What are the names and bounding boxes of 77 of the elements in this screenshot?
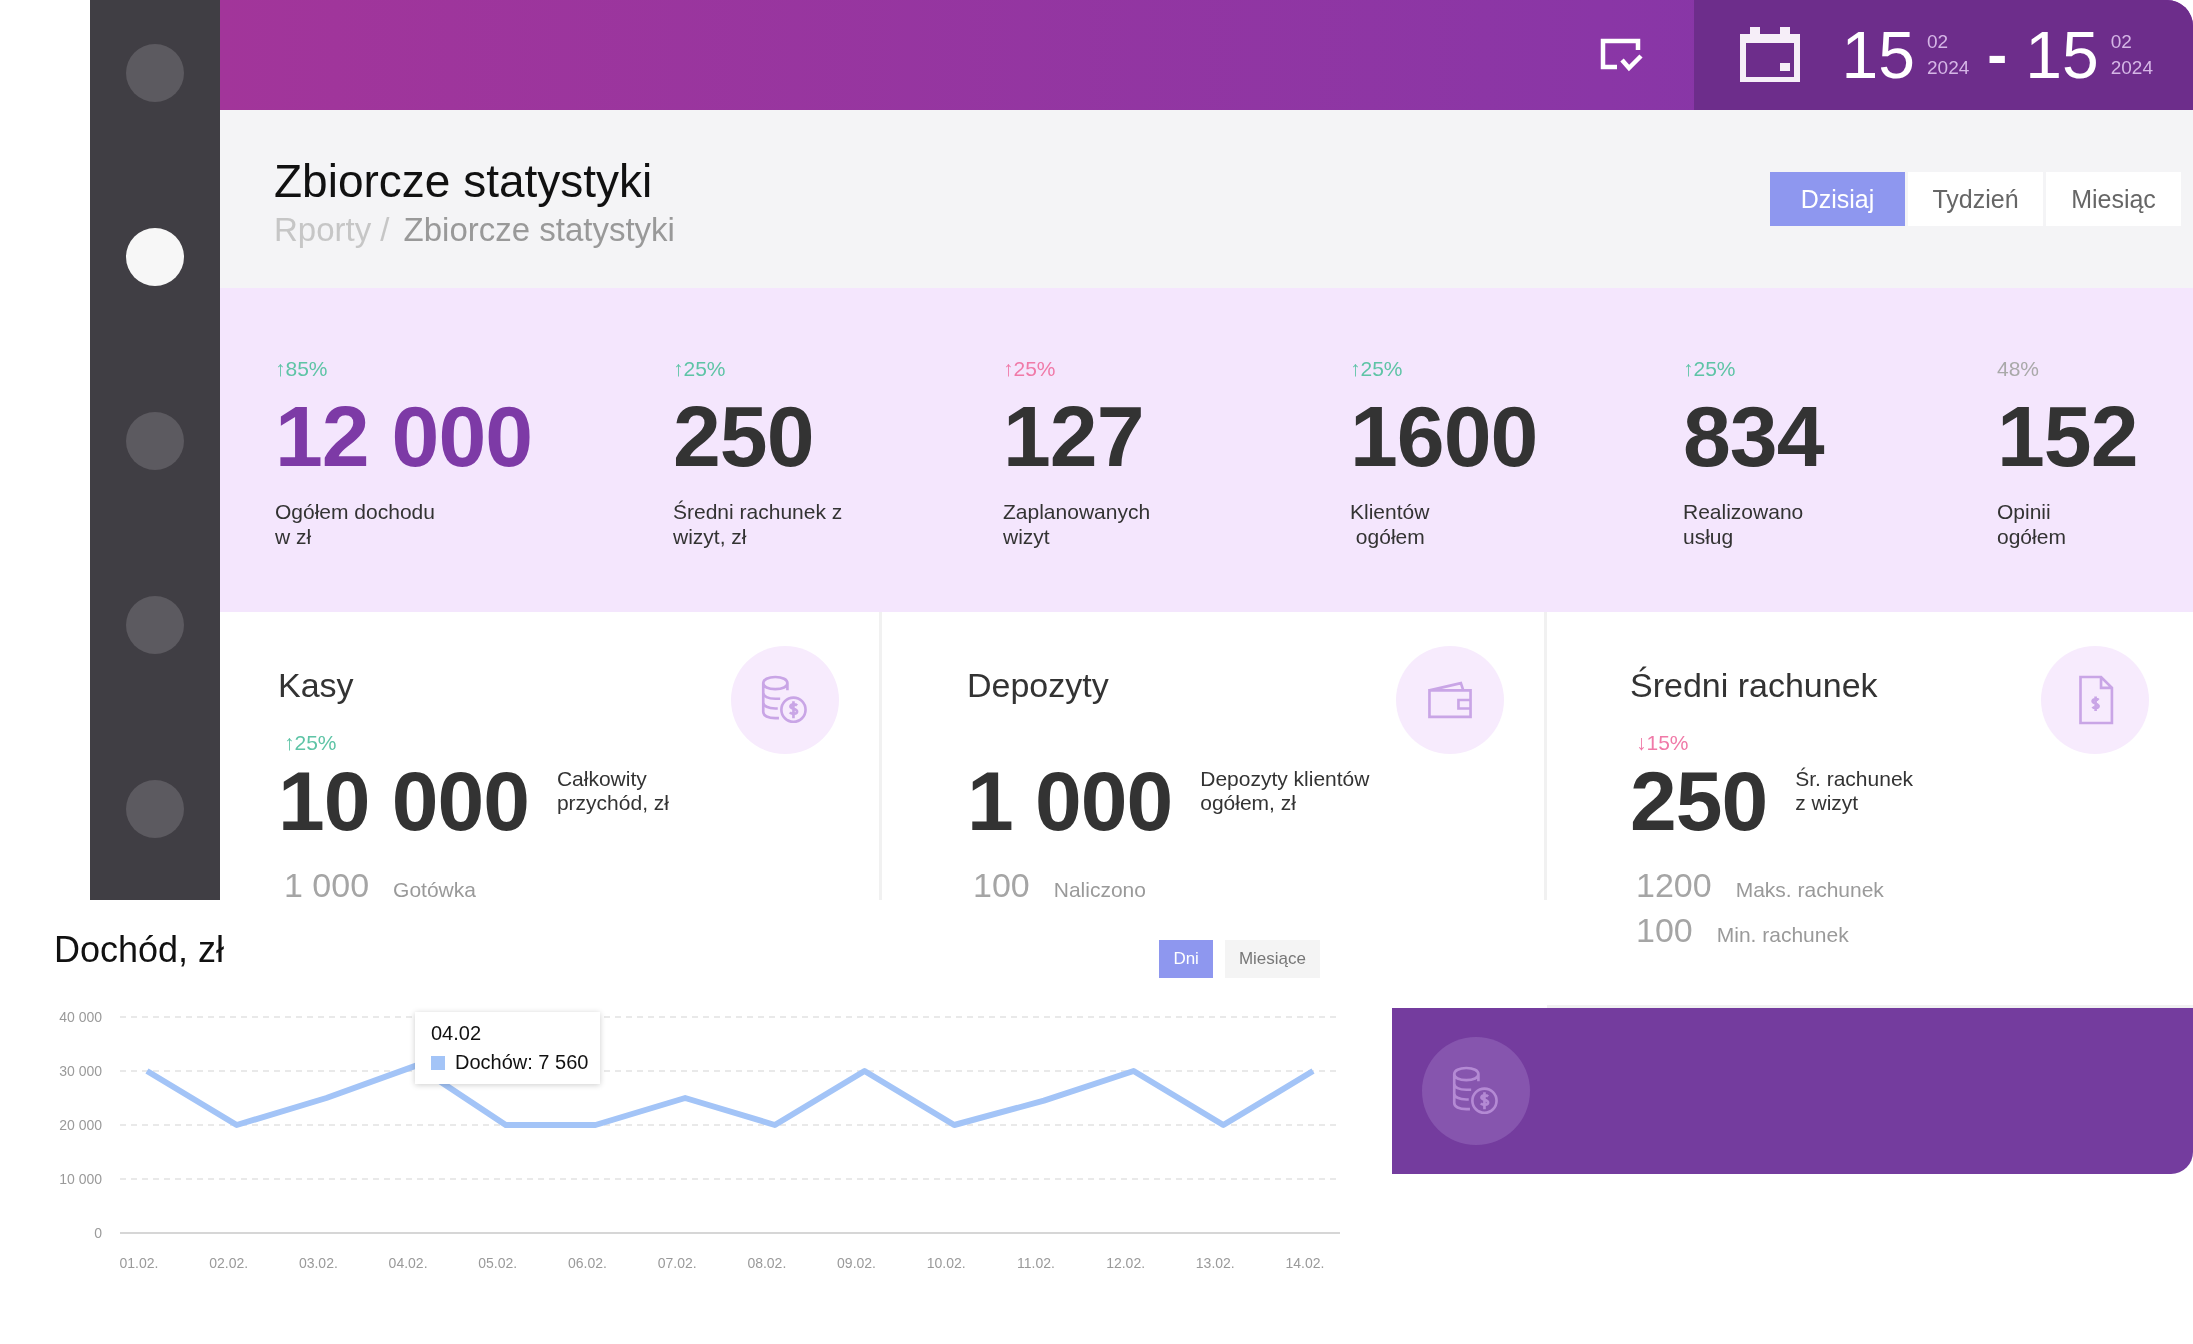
detail-label: Min. rachunek [1716,922,1849,947]
date-day: 15 [2025,22,2099,88]
detail-value: 100 [973,865,1030,906]
detail-value: 100 [1636,909,1693,951]
stat-label: Średni rachunek z wizyt, zł [673,499,843,550]
x-tick-label: 05.02. [478,1255,518,1271]
x-tick-label: 09.02. [837,1255,876,1271]
chart-title: Dochód, zł [54,928,225,972]
change-percent: ↑85% [275,358,328,379]
date-month: 02 [2110,30,2133,55]
card-value-label: Śr. rachunek z wizyt [1795,766,1914,816]
range-tab[interactable]: Dni [1159,940,1213,978]
calendar-icon[interactable] [1737,27,1802,83]
x-tick-label: 11.02. [1017,1255,1055,1271]
stat-value: 250 [673,393,814,479]
x-tick-label: 08.02. [747,1255,787,1271]
y-tick-label: 0 [94,1225,102,1241]
card-title: Kasy [278,666,354,705]
card-title: Depozyty [967,666,1109,705]
legend-swatch-icon [431,1055,445,1070]
date-year: 2024 [2110,56,2153,80]
x-tick-label: 06.02. [568,1255,607,1271]
sidebar-item[interactable] [126,228,184,286]
card-value: 1 000 [967,759,1173,843]
detail-value: 1200 [1636,865,1712,906]
stat-value: 834 [1683,393,1824,479]
card-value: 250 [1630,759,1768,843]
x-tick-label: 03.02. [298,1255,338,1271]
detail-label: Maks. rachunek [1735,878,1884,902]
stat-label: Opinii ogółem [1997,499,2066,550]
period-tab[interactable]: Dzisiaj [1770,172,1905,226]
stat-label: Zaplanowanych wizyt [1003,499,1151,550]
x-tick-label: 10.02. [926,1255,966,1271]
stat-value: 152 [1997,393,2138,479]
date-year: 2024 [1927,56,1970,80]
checkbox-icon[interactable] [1599,38,1644,72]
date-month: 02 [1927,30,1950,55]
stat-label: Klientów ogółem [1350,499,1430,550]
x-tick-label: 13.02. [1195,1255,1235,1271]
x-tick-label: 04.02. [388,1255,428,1271]
change-percent: ↑25% [283,732,338,753]
detail-label: Gotówka [393,878,476,902]
x-tick-label: 12.02. [1106,1255,1146,1271]
x-tick-label: 07.02. [657,1255,697,1271]
tooltip-value: Dochów: 7 560 [455,1051,589,1074]
x-tick-label: 01.02. [119,1255,159,1271]
card-value-label: Depozyty klientów ogółem, zł [1200,766,1370,816]
x-tick-label: 14.02. [1285,1255,1325,1271]
page-title: Zbiorcze statystyki [274,154,654,209]
stat-value: 12 000 [275,393,533,479]
period-tab[interactable]: Tydzień [1908,172,2043,226]
stat-value: 127 [1003,393,1144,479]
period-tab[interactable]: Miesiąc [2046,172,2181,226]
change-percent: ↑25% [673,358,726,379]
card-value: 10 000 [278,759,529,843]
detail-value: 1 000 [284,865,370,906]
tooltip-date: 04.02 [431,1022,483,1045]
stat-value: 1600 [1350,393,1538,479]
y-tick-label: 20 000 [59,1117,102,1133]
stat-label: Realizowano usług [1683,499,1804,550]
stat-label: Ogółem dochodu w zł [275,499,435,550]
detail-label: Naliczono [1053,878,1146,902]
y-tick-label: 30 000 [59,1063,102,1079]
y-tick-label: 10 000 [59,1171,102,1187]
y-tick-label: 40 000 [59,1009,102,1025]
change-percent: ↑25% [1350,358,1403,379]
date-separator: - [1987,25,2008,85]
change-percent: 48% [1997,358,2040,379]
date-day: 15 [1841,22,1916,88]
card-value-label: Całkowity przychód, zł [556,766,669,816]
breadcrumb-current: Zbiorcze statystyki [403,211,675,250]
x-tick-label: 02.02. [209,1255,249,1271]
change-percent: ↓15% [1635,732,1690,753]
change-percent: ↑25% [1683,358,1736,379]
change-percent: ↑25% [1003,358,1056,379]
card-title: Średni rachunek [1630,666,1878,705]
range-tab[interactable]: Miesiące [1224,940,1320,978]
